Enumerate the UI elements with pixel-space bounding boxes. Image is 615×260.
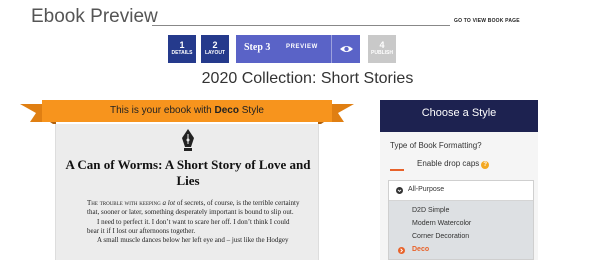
step-number: Step 3	[244, 42, 271, 53]
opening-small-caps: The trouble with keeping	[87, 199, 161, 207]
group-label: All-Purpose	[408, 186, 445, 193]
step-details[interactable]: 1 DETAILS	[168, 35, 196, 63]
paragraph: I need to perfect it. I don’t want to sc…	[87, 217, 290, 235]
choose-style-panel: Choose a Style Type of Book Formatting? …	[380, 100, 538, 260]
step-number: 1	[179, 40, 185, 50]
paragraph: A small muscle dances below her left eye…	[97, 236, 289, 245]
help-icon[interactable]: ?	[481, 161, 490, 169]
step-label: PREVIEW	[286, 44, 318, 50]
style-option-modern-watercolor[interactable]: Modern Watercolor	[412, 220, 471, 227]
ebook-body-text: The trouble with keeping a lot of secret…	[87, 199, 302, 245]
ribbon-text: This is your ebook with Deco Style	[20, 105, 354, 116]
chevron-down-icon	[396, 187, 403, 194]
drop-caps-label: Enable drop caps?	[417, 159, 537, 169]
ribbon-suffix: Style	[238, 105, 264, 116]
emphasis: a lot	[162, 199, 176, 207]
paragraph: The trouble with keeping a lot of secret…	[87, 199, 302, 218]
fountain-pen-nib-icon	[182, 129, 194, 151]
panel-heading-text: Choose a Style	[421, 107, 497, 119]
step-number: 2	[212, 40, 218, 50]
selected-check-icon	[398, 247, 405, 254]
step-layout[interactable]: 2 LAYOUT	[201, 35, 229, 63]
ribbon-prefix: This is your ebook with	[110, 105, 215, 116]
step-preview[interactable]: Step 3 PREVIEW	[236, 35, 360, 63]
step-label: DETAILS	[171, 50, 193, 56]
style-group-all-purpose[interactable]: All-Purpose	[389, 181, 533, 201]
style-option-deco[interactable]: Deco	[412, 246, 429, 253]
ribbon-style-name: Deco	[214, 105, 239, 116]
ebook-title: A Can of Worms: A Short Story of Love an…	[65, 157, 311, 188]
page-title: Ebook Preview	[31, 6, 158, 27]
style-option-d2d-simple[interactable]: D2D Simple	[412, 207, 449, 214]
style-option-corner-decoration[interactable]: Corner Decoration	[412, 233, 469, 240]
drop-caps-toggle[interactable]	[390, 157, 404, 171]
step-label: PUBLISH	[371, 50, 393, 56]
view-book-page-link[interactable]: GO TO VIEW BOOK PAGE	[454, 18, 520, 24]
collection-title: 2020 Collection: Short Stories	[201, 70, 414, 87]
drop-caps-text: Enable drop caps	[417, 159, 480, 168]
style-list: All-Purpose D2D Simple Modern Watercolor…	[388, 180, 534, 260]
step-publish[interactable]: 4 PUBLISH	[368, 35, 396, 63]
ebook-preview-page: A Can of Worms: A Short Story of Love an…	[55, 124, 319, 260]
panel-heading: Choose a Style	[380, 100, 538, 132]
eye-icon[interactable]	[331, 35, 360, 63]
step-label: LAYOUT	[204, 50, 226, 56]
style-ribbon: This is your ebook with Deco Style	[20, 100, 354, 124]
title-divider	[152, 25, 450, 26]
header: Ebook Preview GO TO VIEW BOOK PAGE	[0, 0, 615, 34]
step-number: 4	[379, 40, 385, 50]
format-question: Type of Book Formatting?	[390, 141, 482, 150]
